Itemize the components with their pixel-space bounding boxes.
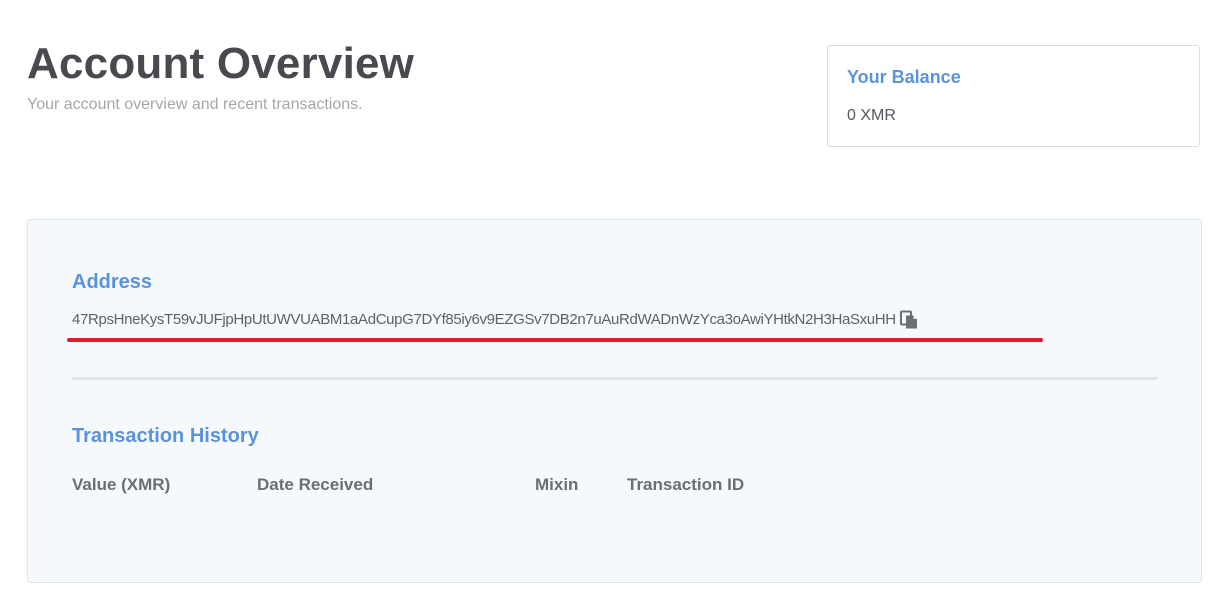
address-title: Address xyxy=(72,271,153,293)
page-subtitle: Your account overview and recent transac… xyxy=(27,96,363,113)
account-details-card: Address 47RpsHneKysT59vJUFjpHpUtUWVUABM1… xyxy=(27,219,1202,583)
column-header-mixin: Mixin xyxy=(535,475,579,494)
page-title: Account Overview xyxy=(27,39,415,88)
wallet-address[interactable]: 47RpsHneKysT59vJUFjpHpUtUWVUABM1aAdCupG7… xyxy=(72,310,896,330)
copy-icon-graphic xyxy=(899,310,917,329)
balance-value: 0 XMR xyxy=(847,107,896,124)
section-divider xyxy=(72,377,1158,380)
column-header-transaction-id: Transaction ID xyxy=(627,475,745,494)
balance-title: Your Balance xyxy=(847,67,961,87)
address-row: 47RpsHneKysT59vJUFjpHpUtUWVUABM1aAdCupG7… xyxy=(72,309,919,331)
transaction-history-title: Transaction History xyxy=(72,425,259,447)
copy-icon[interactable] xyxy=(899,310,919,330)
address-highlight-underline xyxy=(67,338,1043,342)
column-header-date-received: Date Received xyxy=(257,475,374,494)
column-header-value: Value (XMR) xyxy=(72,475,171,494)
account-overview-page: Account Overview Your account overview a… xyxy=(0,0,1227,609)
balance-card: Your Balance 0 XMR xyxy=(827,45,1200,147)
